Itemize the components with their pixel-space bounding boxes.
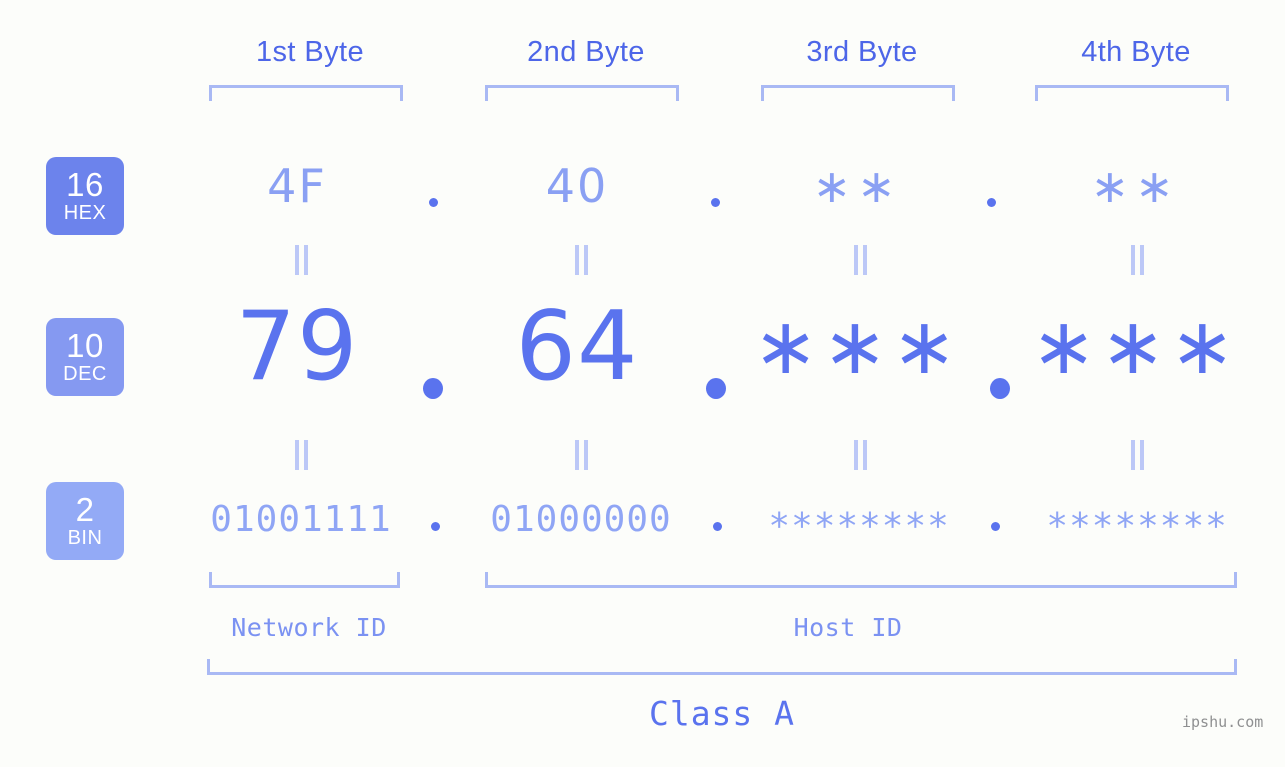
- dec-separator-dot-1: [423, 378, 443, 399]
- dec-separator-dot-3: [990, 378, 1010, 399]
- equality-mark-hex-dec-1: [290, 245, 312, 275]
- byte-header-3: 3rd Byte: [806, 36, 918, 68]
- hex-separator-dot-3: [987, 198, 996, 207]
- hex-separator-dot-1: [429, 198, 438, 207]
- bin-byte-1-value: 01001111: [210, 499, 392, 540]
- base-badge-dec-name: DEC: [63, 363, 107, 385]
- hex-byte-1-value: 4F: [267, 159, 327, 213]
- hex-byte-2-value: 40: [545, 159, 609, 213]
- base-badge-bin-name: BIN: [67, 527, 103, 549]
- hex-byte-4-value: ∗∗: [1090, 159, 1180, 213]
- class-label: Class A: [648, 694, 796, 733]
- dec-byte-3-value: ∗∗∗: [752, 302, 962, 392]
- equality-mark-dec-bin-3: [849, 440, 871, 470]
- network-id-label: Network ID: [231, 613, 387, 642]
- hex-separator-dot-2: [711, 198, 720, 207]
- bin-byte-2-value: 01000000: [490, 499, 672, 540]
- hex-byte-3-value: ∗∗: [812, 159, 902, 213]
- dec-byte-1-value: 79: [235, 292, 359, 402]
- base-badge-dec: 10 DEC: [46, 318, 124, 396]
- base-badge-bin: 2 BIN: [46, 482, 124, 560]
- bin-byte-4-value: ∗∗∗∗∗∗∗∗: [1046, 499, 1228, 540]
- host-id-label: Host ID: [793, 613, 903, 642]
- dec-byte-2-value: 64: [515, 292, 639, 402]
- byte-bracket-2: [485, 85, 679, 101]
- network-id-bracket: [209, 572, 400, 588]
- equality-mark-hex-dec-3: [849, 245, 871, 275]
- equality-mark-dec-bin-1: [290, 440, 312, 470]
- base-badge-hex-name: HEX: [63, 202, 107, 224]
- equality-mark-dec-bin-4: [1126, 440, 1148, 470]
- base-badge-dec-number: 10: [66, 327, 104, 364]
- byte-bracket-1: [209, 85, 403, 101]
- equality-mark-hex-dec-2: [570, 245, 592, 275]
- bin-byte-3-value: ∗∗∗∗∗∗∗∗: [768, 499, 950, 540]
- dec-separator-dot-2: [706, 378, 726, 399]
- base-badge-hex-number: 16: [66, 166, 104, 203]
- bin-separator-dot-2: [713, 522, 722, 531]
- class-bracket: [207, 659, 1237, 675]
- equality-mark-dec-bin-2: [570, 440, 592, 470]
- site-watermark: ipshu.com: [1182, 713, 1264, 731]
- byte-header-2: 2nd Byte: [527, 36, 645, 68]
- ip-address-breakdown-diagram: 1st Byte 2nd Byte 3rd Byte 4th Byte 16 H…: [0, 0, 1285, 767]
- byte-header-4: 4th Byte: [1081, 36, 1191, 68]
- dec-byte-4-value: ∗∗∗: [1030, 302, 1240, 392]
- host-id-bracket: [485, 572, 1237, 588]
- bin-separator-dot-1: [431, 522, 440, 531]
- byte-bracket-4: [1035, 85, 1229, 101]
- bin-separator-dot-3: [991, 522, 1000, 531]
- equality-mark-hex-dec-4: [1126, 245, 1148, 275]
- base-badge-hex: 16 HEX: [46, 157, 124, 235]
- base-badge-bin-number: 2: [75, 491, 95, 528]
- byte-header-1: 1st Byte: [256, 36, 364, 68]
- byte-bracket-3: [761, 85, 955, 101]
